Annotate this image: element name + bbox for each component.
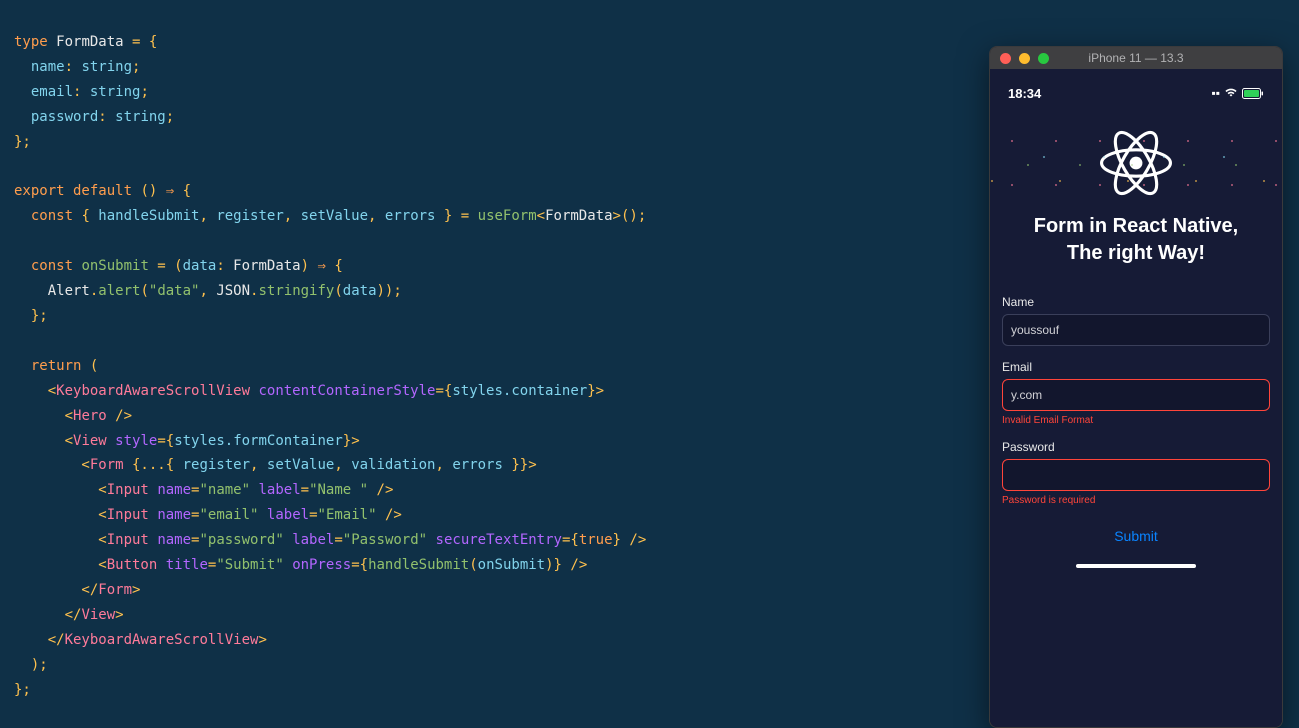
wifi-icon bbox=[1224, 86, 1238, 100]
react-logo-icon bbox=[1100, 127, 1172, 199]
submit-button[interactable]: Submit bbox=[1002, 520, 1270, 558]
status-icons: ▪▪ bbox=[1211, 86, 1264, 100]
label-email: Email bbox=[1002, 360, 1270, 374]
field-name: Name bbox=[1002, 295, 1270, 346]
hero-title: Form in React Native, The right Way! bbox=[990, 199, 1282, 295]
label-name: Name bbox=[1002, 295, 1270, 309]
field-email: Email Invalid Email Format bbox=[1002, 360, 1270, 426]
form: Name Email Invalid Email Format Password… bbox=[990, 295, 1282, 558]
label-password: Password bbox=[1002, 440, 1270, 454]
input-name[interactable] bbox=[1002, 314, 1270, 346]
confetti-decoration bbox=[990, 119, 1282, 199]
phone-screen: 18:34 ▪▪ bbox=[990, 69, 1282, 727]
hero-section: Form in React Native, The right Way! bbox=[990, 109, 1282, 295]
traffic-lights bbox=[1000, 53, 1049, 64]
simulator-titlebar[interactable]: iPhone 11 — 13.3 bbox=[990, 47, 1282, 69]
error-email: Invalid Email Format bbox=[1002, 415, 1270, 426]
input-email[interactable] bbox=[1002, 379, 1270, 411]
close-icon[interactable] bbox=[1000, 53, 1011, 64]
field-password: Password Password is required bbox=[1002, 440, 1270, 506]
ios-simulator-window: iPhone 11 — 13.3 18:34 ▪▪ bbox=[989, 46, 1283, 728]
battery-icon bbox=[1242, 88, 1264, 99]
code-editor[interactable]: type FormData = { name: string; email: s… bbox=[0, 0, 989, 728]
status-bar: 18:34 ▪▪ bbox=[990, 69, 1282, 109]
error-password: Password is required bbox=[1002, 495, 1270, 506]
status-time: 18:34 bbox=[1008, 86, 1041, 101]
minimize-icon[interactable] bbox=[1019, 53, 1030, 64]
maximize-icon[interactable] bbox=[1038, 53, 1049, 64]
input-password[interactable] bbox=[1002, 459, 1270, 491]
signal-icon: ▪▪ bbox=[1211, 86, 1220, 100]
home-indicator[interactable] bbox=[1076, 564, 1196, 568]
